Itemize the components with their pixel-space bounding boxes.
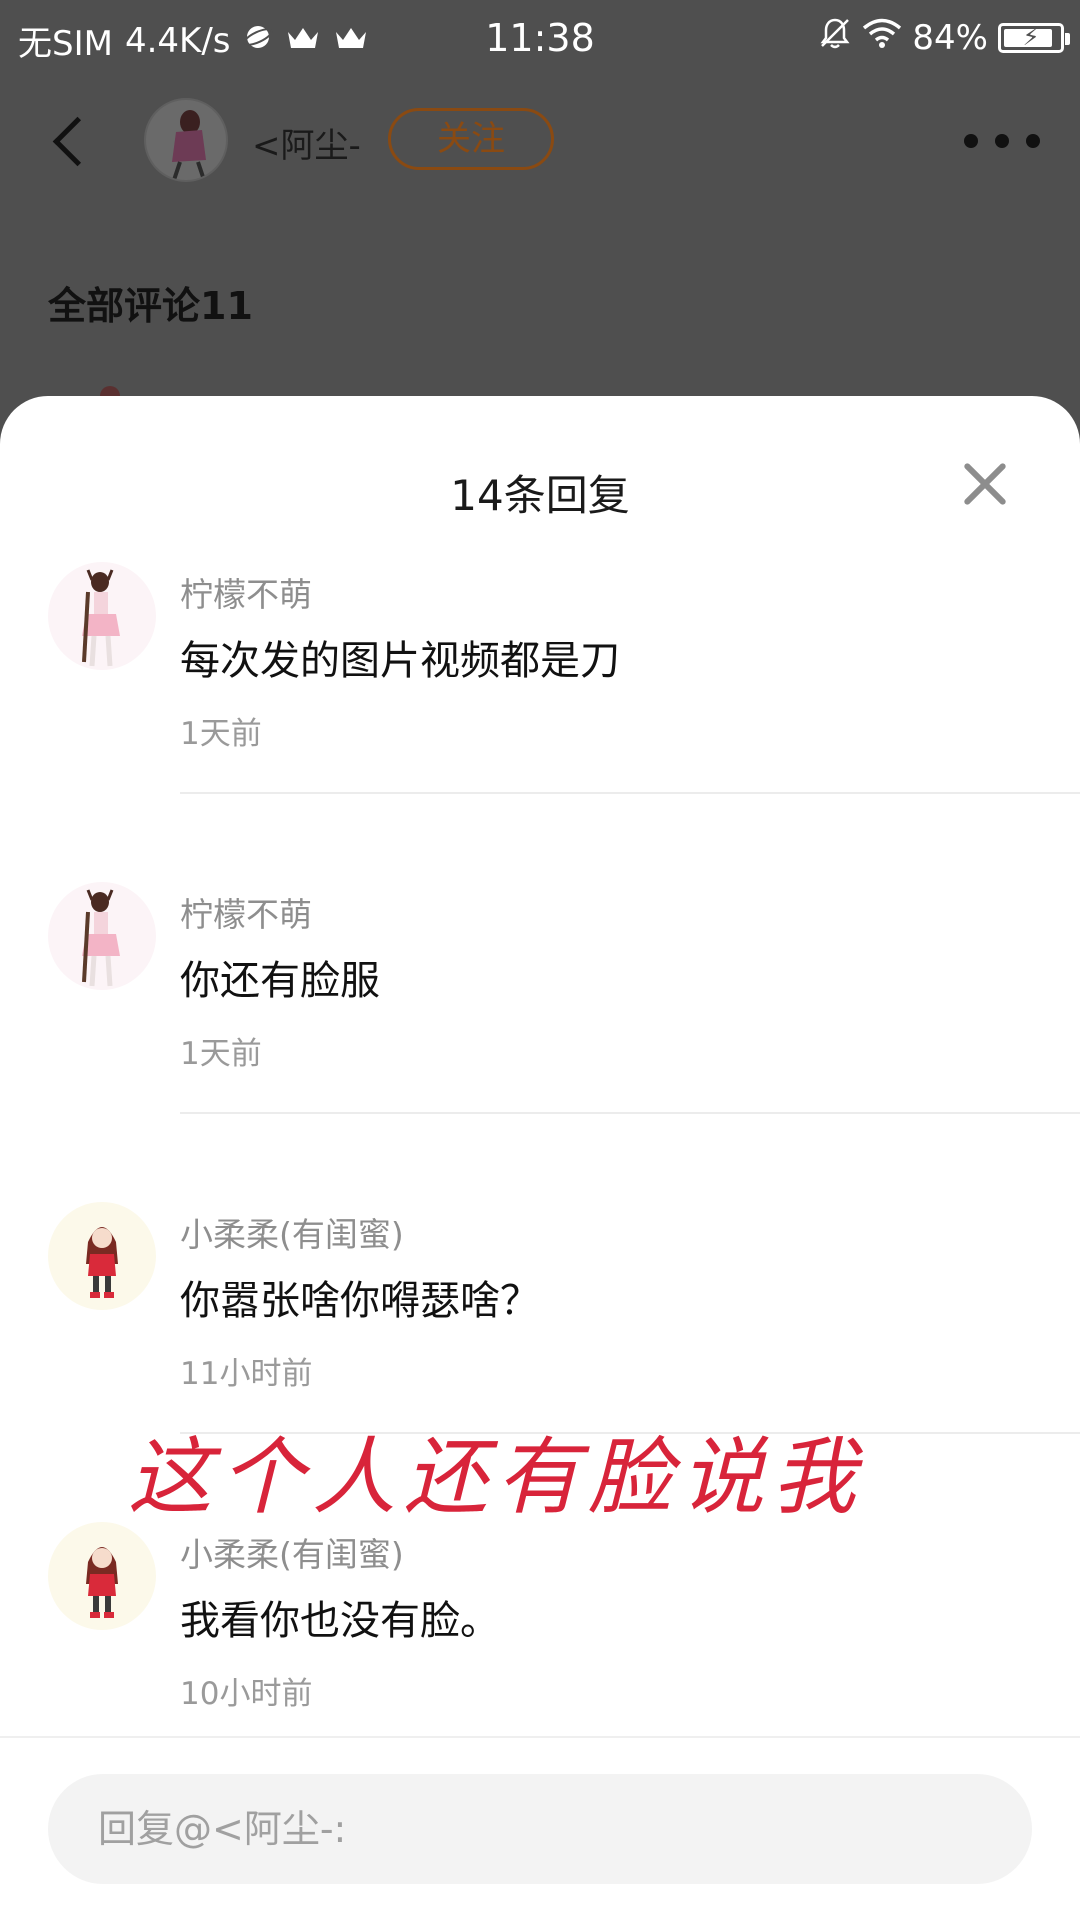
reply-time: 10小时前 bbox=[180, 1676, 313, 1712]
battery-icon: ⚡ bbox=[998, 22, 1070, 53]
reply-input[interactable] bbox=[48, 1774, 1032, 1884]
reply-text: 我看你也没有脸。 bbox=[180, 1598, 500, 1644]
user-avatar[interactable] bbox=[48, 562, 156, 670]
back-button[interactable] bbox=[40, 112, 96, 168]
handwritten-caption: 这个人还有脸说我 bbox=[128, 1428, 865, 1526]
battery-percent: 84% bbox=[912, 17, 988, 58]
user-avatar[interactable] bbox=[48, 1202, 156, 1310]
reply-item[interactable]: 柠檬不萌 你还有脸服 1天前 bbox=[0, 848, 1080, 1168]
user-avatar[interactable] bbox=[48, 1522, 156, 1630]
reply-text: 你还有脸服 bbox=[180, 958, 380, 1004]
bell-muted-icon bbox=[818, 16, 852, 59]
status-right: 84% ⚡ bbox=[808, 16, 1070, 59]
reply-text: 每次发的图片视频都是刀 bbox=[180, 638, 620, 684]
author-avatar[interactable] bbox=[144, 98, 228, 182]
status-bar: 无SIM 4.4K/s 11:38 84% ⚡ bbox=[0, 0, 1080, 75]
close-icon[interactable] bbox=[958, 458, 1010, 510]
more-options-button[interactable] bbox=[964, 126, 1040, 156]
post-topbar: <阿尘- 关注 bbox=[0, 90, 1080, 190]
wifi-icon bbox=[862, 17, 902, 58]
author-name[interactable]: <阿尘- bbox=[252, 118, 361, 167]
reply-item[interactable]: 柠檬不萌 每次发的图片视频都是刀 1天前 bbox=[0, 528, 1080, 848]
reply-username[interactable]: 小柔柔(有闺蜜) bbox=[180, 1208, 404, 1256]
reply-username[interactable]: 小柔柔(有闺蜜) bbox=[180, 1528, 404, 1576]
reply-text: 你嚣张啥你嘚瑟啥？ bbox=[180, 1278, 540, 1324]
reply-time: 1天前 bbox=[180, 1036, 262, 1072]
reply-username[interactable]: 柠檬不萌 bbox=[180, 888, 312, 936]
follow-button[interactable]: 关注 bbox=[388, 108, 554, 170]
reply-time: 11小时前 bbox=[180, 1356, 313, 1392]
sheet-title: 14条回复 bbox=[450, 471, 630, 520]
divider bbox=[180, 792, 1080, 794]
reply-username[interactable]: 柠檬不萌 bbox=[180, 568, 312, 616]
replies-sheet: 14条回复 柠檬不萌 每次发的图片视频都是刀 1天前 柠檬不萌 你还有脸服 1天… bbox=[0, 396, 1080, 1920]
user-avatar[interactable] bbox=[48, 882, 156, 990]
reply-input-bar bbox=[0, 1736, 1080, 1920]
reply-time: 1天前 bbox=[180, 716, 262, 752]
divider bbox=[180, 1112, 1080, 1114]
all-comments-header: 全部评论11 bbox=[48, 284, 253, 328]
